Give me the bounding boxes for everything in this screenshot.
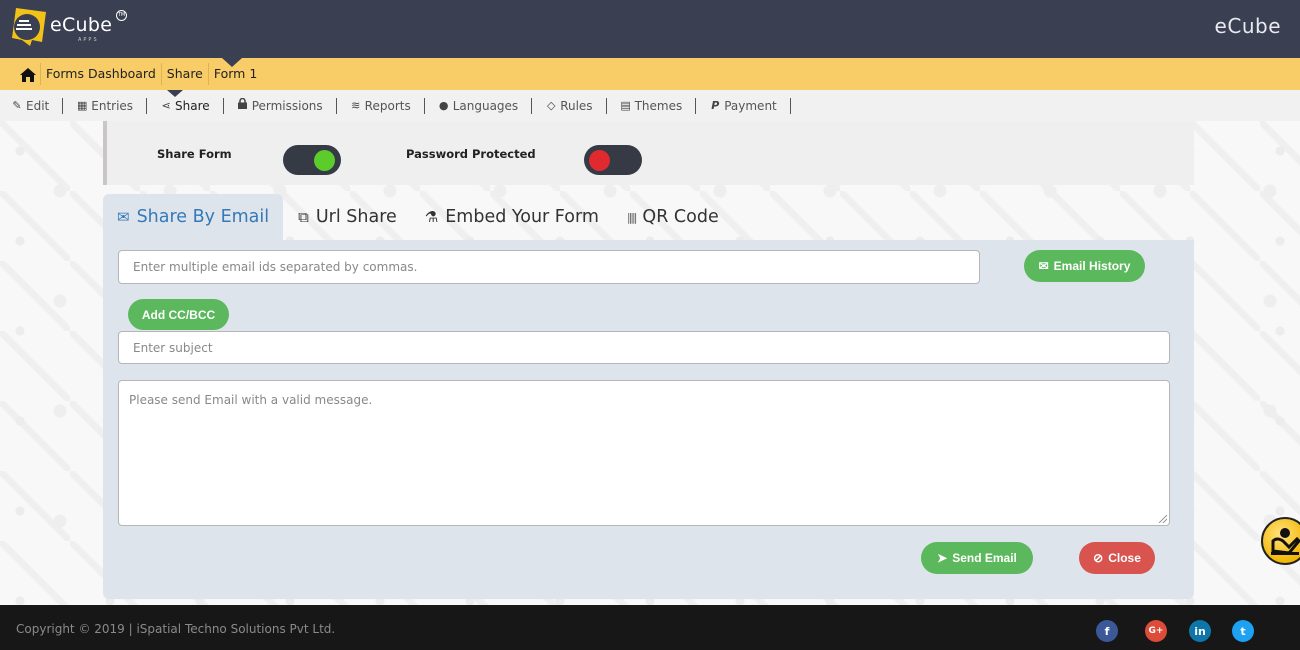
tab-share-by-email[interactable]: ✉ Share By Email xyxy=(103,194,284,240)
nav-permissions[interactable]: Permissions xyxy=(224,97,337,114)
send-email-button[interactable]: ➤ Send Email xyxy=(921,542,1033,574)
nav-rules-label: Rules xyxy=(560,98,593,113)
nav-rules[interactable]: ◇ Rules xyxy=(532,97,607,114)
logo-subtext: APPS xyxy=(78,37,99,43)
envelope-icon: ✉ xyxy=(1038,259,1049,273)
tab-qr-code-label: QR Code xyxy=(642,207,719,227)
logo-text: eCube xyxy=(50,14,113,36)
nav-share-label: Share xyxy=(175,98,210,113)
tab-url-share[interactable]: ⧉ Url Share xyxy=(283,194,411,240)
nav-edit-label: Edit xyxy=(26,98,50,113)
share-form-toggle-knob xyxy=(314,150,335,171)
email-history-button[interactable]: ✉ Email History xyxy=(1024,250,1145,282)
password-protected-toggle-knob xyxy=(589,150,610,171)
tab-share-by-email-label: Share By Email xyxy=(136,207,270,227)
twitter-icon[interactable]: t xyxy=(1232,620,1254,642)
logo-mark-icon xyxy=(12,8,46,46)
envelope-icon: ✉ xyxy=(117,208,130,226)
brand-name: eCube xyxy=(1214,14,1281,38)
active-nav-pointer xyxy=(167,90,183,97)
paper-plane-icon: ➤ xyxy=(937,551,948,565)
edit-icon: ✎ xyxy=(12,98,22,112)
nav-payment[interactable]: P Payment xyxy=(696,97,791,114)
help-support-widget[interactable] xyxy=(1261,517,1300,565)
language-icon: ● xyxy=(438,98,449,112)
database-icon: ≋ xyxy=(351,98,361,112)
message-placeholder: Please send Email with a valid message. xyxy=(129,393,373,407)
ban-icon: ⊘ xyxy=(1093,551,1104,565)
linkedin-icon[interactable]: in xyxy=(1189,620,1211,642)
email-history-label: Email History xyxy=(1053,259,1131,273)
home-icon xyxy=(20,67,36,82)
share-by-email-panel: Enter multiple email ids separated by co… xyxy=(103,240,1194,599)
copyright-text: Copyright © 2019 | iSpatial Techno Solut… xyxy=(16,622,336,636)
breadcrumb-forms-dashboard[interactable]: Forms Dashboard xyxy=(40,63,161,85)
tab-url-share-label: Url Share xyxy=(315,207,397,227)
nav-edit[interactable]: ✎ Edit xyxy=(11,97,64,114)
facebook-icon[interactable]: f xyxy=(1096,620,1118,642)
share-form-toggle[interactable] xyxy=(283,145,341,175)
nav-themes-label: Themes xyxy=(634,98,683,113)
rules-icon: ◇ xyxy=(546,98,556,112)
close-label: Close xyxy=(1108,551,1141,565)
trademark-badge: TM xyxy=(116,10,127,21)
nav-themes[interactable]: ▤ Themes xyxy=(607,97,697,114)
nav-entries-label: Entries xyxy=(91,98,134,113)
share-icon: ⋖ xyxy=(161,98,171,112)
tab-embed-your-form-label: Embed Your Form xyxy=(445,207,599,227)
nav-payment-label: Payment xyxy=(724,98,777,113)
close-button[interactable]: ⊘ Close xyxy=(1079,542,1155,574)
password-protected-label: Password Protected xyxy=(406,147,536,161)
barcode-icon: ||||| xyxy=(626,210,637,224)
nav-languages[interactable]: ● Languages xyxy=(425,97,533,114)
flask-icon: ⚗ xyxy=(424,208,439,226)
tab-qr-code[interactable]: ||||| QR Code xyxy=(613,194,733,240)
nav-entries[interactable]: ▦ Entries xyxy=(63,97,148,114)
top-header: eCube APPS TM eCube xyxy=(0,0,1300,58)
nav-reports-label: Reports xyxy=(364,98,411,113)
themes-icon: ▤ xyxy=(620,98,631,112)
google-plus-icon[interactable]: G+ xyxy=(1145,620,1167,642)
share-form-label: Share Form xyxy=(157,147,232,161)
share-tabs: ✉ Share By Email ⧉ Url Share ⚗ Embed You… xyxy=(103,194,733,240)
lock-icon xyxy=(237,97,249,114)
paypal-icon: P xyxy=(711,98,720,112)
subject-input[interactable]: Enter subject xyxy=(118,331,1170,364)
breadcrumb-pointer xyxy=(222,58,242,67)
nav-reports[interactable]: ≋ Reports xyxy=(337,97,425,114)
breadcrumb: Forms Dashboard Share Form 1 xyxy=(0,58,1300,90)
email-recipients-input[interactable]: Enter multiple email ids separated by co… xyxy=(118,250,980,284)
resize-handle[interactable] xyxy=(1159,515,1167,523)
support-person-icon xyxy=(1271,528,1300,555)
breadcrumb-share[interactable]: Share xyxy=(160,63,208,85)
password-protected-toggle[interactable] xyxy=(584,145,642,175)
breadcrumb-home[interactable] xyxy=(20,63,40,85)
nav-share[interactable]: ⋖ Share xyxy=(147,97,224,114)
nav-permissions-label: Permissions xyxy=(251,98,323,113)
message-textarea[interactable]: Please send Email with a valid message. xyxy=(118,380,1170,526)
send-email-label: Send Email xyxy=(952,551,1017,565)
add-cc-bcc-button[interactable]: Add CC/BCC xyxy=(128,299,229,330)
footer: Copyright © 2019 | iSpatial Techno Solut… xyxy=(0,605,1300,650)
table-icon: ▦ xyxy=(77,98,88,112)
ecube-logo[interactable]: eCube APPS TM xyxy=(8,6,138,50)
form-tool-nav: ✎ Edit ▦ Entries ⋖ Share Permissions ≋ R… xyxy=(0,90,1300,121)
nav-languages-label: Languages xyxy=(452,98,519,113)
tab-embed-your-form[interactable]: ⚗ Embed Your Form xyxy=(411,194,613,240)
share-settings-panel: Share Form Password Protected xyxy=(103,121,1194,185)
external-link-icon: ⧉ xyxy=(298,208,309,226)
